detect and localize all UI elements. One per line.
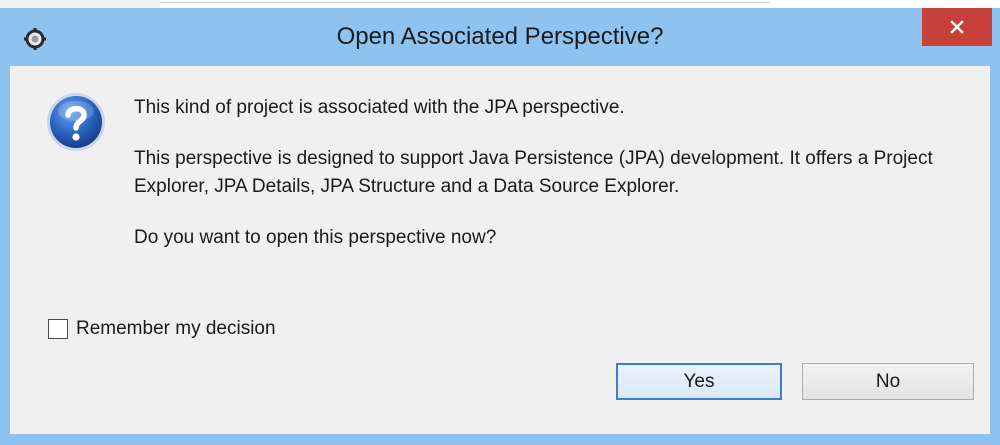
remember-decision-checkbox[interactable] — [48, 319, 68, 339]
close-button[interactable] — [922, 8, 992, 46]
message-text: This kind of project is associated with … — [134, 94, 984, 252]
top-edge-segment — [0, 0, 160, 8]
message-line-association: This kind of project is associated with … — [134, 97, 625, 118]
dialog-title: Open Associated Perspective? — [336, 23, 664, 50]
message-line-question: Do you want to open this perspective now… — [134, 227, 497, 248]
question-mark-icon — [47, 93, 105, 151]
no-button[interactable]: No — [802, 363, 974, 400]
dialog-body: This kind of project is associated with … — [10, 66, 990, 434]
dialog-window: Open Associated Perspective? This kind o… — [0, 0, 1000, 445]
yes-button[interactable]: Yes — [616, 363, 782, 400]
remember-decision-option[interactable]: Remember my decision — [48, 316, 276, 342]
top-edge-rule — [160, 2, 770, 3]
top-edge — [0, 0, 1000, 8]
remember-decision-label: Remember my decision — [76, 318, 276, 339]
message-line-description: This perspective is designed to support … — [134, 148, 933, 197]
close-icon — [950, 20, 964, 34]
title-bar[interactable]: Open Associated Perspective? — [0, 8, 1000, 66]
